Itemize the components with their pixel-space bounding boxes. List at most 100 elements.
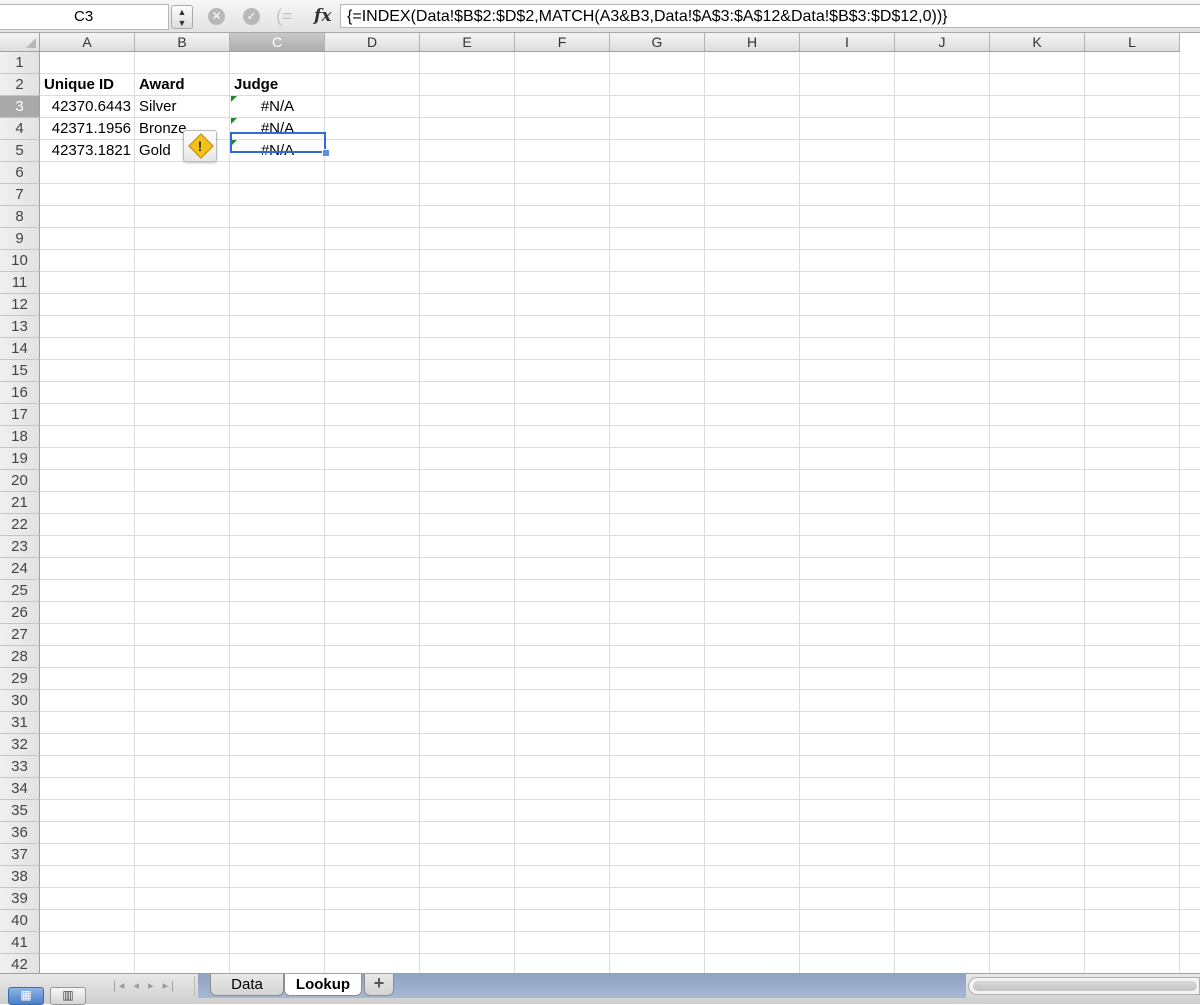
row-header-12[interactable]: 12 bbox=[0, 294, 40, 316]
active-cell-selection bbox=[230, 132, 326, 153]
column-header-a[interactable]: A bbox=[40, 33, 135, 52]
grid-row-line bbox=[40, 843, 1200, 844]
cell-a4[interactable]: 42371.1956 bbox=[44, 118, 131, 139]
cell-c3[interactable]: #N/A bbox=[234, 96, 321, 117]
row-header-10[interactable]: 10 bbox=[0, 250, 40, 272]
row-header-36[interactable]: 36 bbox=[0, 822, 40, 844]
row-header-40[interactable]: 40 bbox=[0, 910, 40, 932]
grid-row-line bbox=[40, 447, 1200, 448]
column-header-j[interactable]: J bbox=[895, 33, 990, 52]
spreadsheet-grid[interactable]: ABCDEFGHIJKL 1 2 3 4 5 6 7 8 9 10 11 12 13 14 15 16 17 18… bbox=[0, 33, 1200, 973]
cancel-icon[interactable]: ✕ bbox=[208, 8, 225, 25]
row-header-30[interactable]: 30 bbox=[0, 690, 40, 712]
column-header-l[interactable]: L bbox=[1085, 33, 1180, 52]
row-header-3[interactable]: 3 bbox=[0, 96, 40, 118]
cell-b2[interactable]: Award bbox=[139, 74, 226, 95]
error-checking-button[interactable]: ! bbox=[183, 130, 217, 162]
row-header-42[interactable]: 42 bbox=[0, 954, 40, 973]
column-header-d[interactable]: D bbox=[325, 33, 420, 52]
row-header-5[interactable]: 5 bbox=[0, 140, 40, 162]
insert-function-button[interactable]: fx bbox=[314, 4, 338, 28]
row-header-18[interactable]: 18 bbox=[0, 426, 40, 448]
grid-row-line bbox=[40, 227, 1200, 228]
row-header-35[interactable]: 35 bbox=[0, 800, 40, 822]
row-header-34[interactable]: 34 bbox=[0, 778, 40, 800]
column-header-f[interactable]: F bbox=[515, 33, 610, 52]
row-header-33[interactable]: 33 bbox=[0, 756, 40, 778]
enter-icon[interactable]: ✓ bbox=[243, 8, 260, 25]
column-header-g[interactable]: G bbox=[610, 33, 705, 52]
row-header-13[interactable]: 13 bbox=[0, 316, 40, 338]
grid-row-line bbox=[40, 425, 1200, 426]
row-header-23[interactable]: 23 bbox=[0, 536, 40, 558]
normal-view-icon[interactable]: ▦ bbox=[8, 987, 44, 1005]
row-header-17[interactable]: 17 bbox=[0, 404, 40, 426]
function-icon[interactable]: (= bbox=[276, 6, 298, 26]
row-header-22[interactable]: 22 bbox=[0, 514, 40, 536]
column-header-h[interactable]: H bbox=[705, 33, 800, 52]
row-header-14[interactable]: 14 bbox=[0, 338, 40, 360]
horizontal-scrollbar[interactable] bbox=[968, 977, 1200, 995]
column-header-k[interactable]: K bbox=[990, 33, 1085, 52]
grid-row-line bbox=[40, 513, 1200, 514]
row-header-1[interactable]: 1 bbox=[0, 52, 40, 74]
row-header-37[interactable]: 37 bbox=[0, 844, 40, 866]
row-header-24[interactable]: 24 bbox=[0, 558, 40, 580]
formula-input[interactable]: {=INDEX(Data!$B$2:$D$2,MATCH(A3&B3,Data!… bbox=[340, 4, 1200, 28]
row-header-39[interactable]: 39 bbox=[0, 888, 40, 910]
column-header-b[interactable]: B bbox=[135, 33, 230, 52]
add-sheet-button[interactable]: + bbox=[364, 974, 394, 996]
row-header-28[interactable]: 28 bbox=[0, 646, 40, 668]
row-header-11[interactable]: 11 bbox=[0, 272, 40, 294]
name-box-stepper[interactable]: ▲ ▼ bbox=[171, 5, 193, 29]
column-header-e[interactable]: E bbox=[420, 33, 515, 52]
row-header-15[interactable]: 15 bbox=[0, 360, 40, 382]
row-header-19[interactable]: 19 bbox=[0, 448, 40, 470]
row-header-41[interactable]: 41 bbox=[0, 932, 40, 954]
row-header-25[interactable]: 25 bbox=[0, 580, 40, 602]
row-header-8[interactable]: 8 bbox=[0, 206, 40, 228]
grid-row-line bbox=[40, 205, 1200, 206]
row-header-20[interactable]: 20 bbox=[0, 470, 40, 492]
row-header-21[interactable]: 21 bbox=[0, 492, 40, 514]
row-header-4[interactable]: 4 bbox=[0, 118, 40, 140]
row-header-38[interactable]: 38 bbox=[0, 866, 40, 888]
grid-row-line bbox=[40, 887, 1200, 888]
cell-a2[interactable]: Unique ID bbox=[44, 74, 131, 95]
name-box[interactable]: C3 bbox=[0, 4, 169, 30]
grid-row-line bbox=[40, 183, 1200, 184]
cell-b3[interactable]: Silver bbox=[139, 96, 226, 117]
grid-row-line bbox=[40, 359, 1200, 360]
grid-row-line bbox=[40, 535, 1200, 536]
error-triangle-icon bbox=[231, 118, 237, 124]
page-layout-view-icon[interactable]: ▥ bbox=[50, 987, 86, 1005]
row-header-32[interactable]: 32 bbox=[0, 734, 40, 756]
grid-row-line bbox=[40, 865, 1200, 866]
row-header-31[interactable]: 31 bbox=[0, 712, 40, 734]
cell-a5[interactable]: 42373.1821 bbox=[44, 140, 131, 161]
grid-row-line bbox=[40, 689, 1200, 690]
grid-row-line bbox=[40, 469, 1200, 470]
row-header-9[interactable]: 9 bbox=[0, 228, 40, 250]
row-header-29[interactable]: 29 bbox=[0, 668, 40, 690]
column-header-c[interactable]: C bbox=[230, 33, 325, 52]
select-all-corner[interactable] bbox=[0, 33, 40, 52]
grid-row-line bbox=[40, 315, 1200, 316]
row-header-16[interactable]: 16 bbox=[0, 382, 40, 404]
row-header-7[interactable]: 7 bbox=[0, 184, 40, 206]
tab-navigation-arrows[interactable]: |◂ ◂ ▸ ▸| bbox=[96, 976, 195, 996]
grid-row-line bbox=[40, 953, 1200, 954]
scrollbar-thumb[interactable] bbox=[973, 981, 1197, 991]
row-header-2[interactable]: 2 bbox=[0, 74, 40, 96]
cell-c2[interactable]: Judge bbox=[234, 74, 321, 95]
grid-row-line bbox=[40, 821, 1200, 822]
column-header-i[interactable]: I bbox=[800, 33, 895, 52]
grid-row-line bbox=[40, 601, 1200, 602]
cell-a3[interactable]: 42370.6443 bbox=[44, 96, 131, 117]
row-header-26[interactable]: 26 bbox=[0, 602, 40, 624]
tab-data[interactable]: Data bbox=[210, 974, 284, 996]
fill-handle[interactable] bbox=[322, 149, 330, 157]
tab-lookup[interactable]: Lookup bbox=[284, 974, 362, 996]
row-header-27[interactable]: 27 bbox=[0, 624, 40, 646]
row-header-6[interactable]: 6 bbox=[0, 162, 40, 184]
